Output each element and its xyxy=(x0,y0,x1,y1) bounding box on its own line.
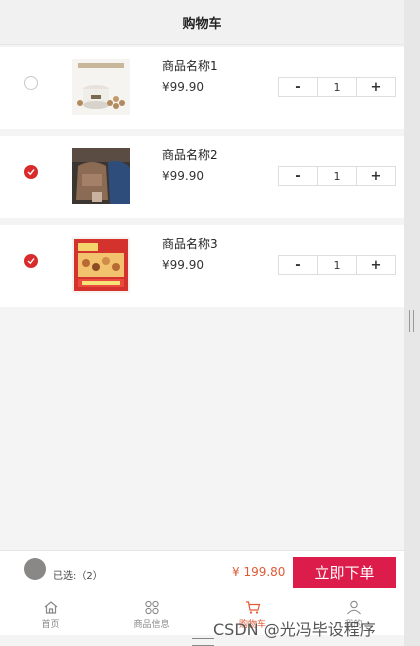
cart-icon xyxy=(245,601,260,614)
increase-button[interactable]: + xyxy=(357,167,395,185)
decrease-button[interactable]: - xyxy=(279,78,317,96)
page-title: 购物车 xyxy=(182,16,222,32)
product-price: ¥99.90 xyxy=(162,169,204,183)
select-all-checkbox[interactable] xyxy=(24,558,46,580)
tab-products[interactable]: 商品信息 xyxy=(101,597,202,635)
cart-item: 商品名称3 ¥99.90 - 1 + xyxy=(0,225,404,307)
product-image-snack-box[interactable] xyxy=(72,237,130,293)
total-price: ¥ 199.80 xyxy=(232,565,286,579)
increase-button[interactable]: + xyxy=(357,256,395,274)
decrease-button[interactable]: - xyxy=(279,167,317,185)
quantity-stepper: - 1 + xyxy=(278,255,396,275)
decrease-button[interactable]: - xyxy=(279,256,317,274)
increase-button[interactable]: + xyxy=(357,78,395,96)
product-price: ¥99.90 xyxy=(162,80,204,94)
tab-label: 商品信息 xyxy=(133,620,170,630)
product-name[interactable]: 商品名称2 xyxy=(162,146,218,163)
home-icon xyxy=(44,601,57,614)
home-indicator xyxy=(192,638,214,646)
product-price: ¥99.90 xyxy=(162,258,204,272)
cart-item: 商品名称2 ¥99.90 - 1 + xyxy=(0,136,404,218)
place-order-button[interactable]: 立即下单 xyxy=(293,557,396,588)
checkmark-icon xyxy=(27,258,35,265)
scrollbar[interactable] xyxy=(404,0,420,646)
selected-count: 已选:（2） xyxy=(53,571,103,582)
tab-home[interactable]: 首页 xyxy=(0,597,101,635)
cart-list: 商品名称1 ¥99.90 - 1 + 商品名称2 ¥99.90 - 1 + 商品… xyxy=(0,47,404,314)
quantity-input[interactable]: 1 xyxy=(317,78,357,96)
quantity-input[interactable]: 1 xyxy=(317,167,357,185)
checkout-bar: 已选:（2） ¥ 199.80 立即下单 xyxy=(0,550,404,597)
product-name[interactable]: 商品名称3 xyxy=(162,235,218,252)
quantity-input[interactable]: 1 xyxy=(317,256,357,274)
user-icon xyxy=(346,600,361,615)
page-header: 购物车 xyxy=(0,0,404,45)
item-checkbox[interactable] xyxy=(24,254,38,268)
item-checkbox[interactable] xyxy=(24,76,38,90)
tab-label: 首页 xyxy=(41,620,60,630)
product-image-bag[interactable] xyxy=(72,148,130,204)
item-checkbox[interactable] xyxy=(24,165,38,179)
quantity-stepper: - 1 + xyxy=(278,166,396,186)
checkmark-icon xyxy=(27,169,35,176)
quantity-stepper: - 1 + xyxy=(278,77,396,97)
product-image-rice-cooker[interactable] xyxy=(72,59,130,115)
cart-item: 商品名称1 ¥99.90 - 1 + xyxy=(0,47,404,129)
product-name[interactable]: 商品名称1 xyxy=(162,57,218,74)
watermark: CSDN @光冯毕设程序 xyxy=(213,620,376,639)
scrollbar-handle[interactable] xyxy=(409,310,414,332)
grid-icon xyxy=(144,600,159,615)
